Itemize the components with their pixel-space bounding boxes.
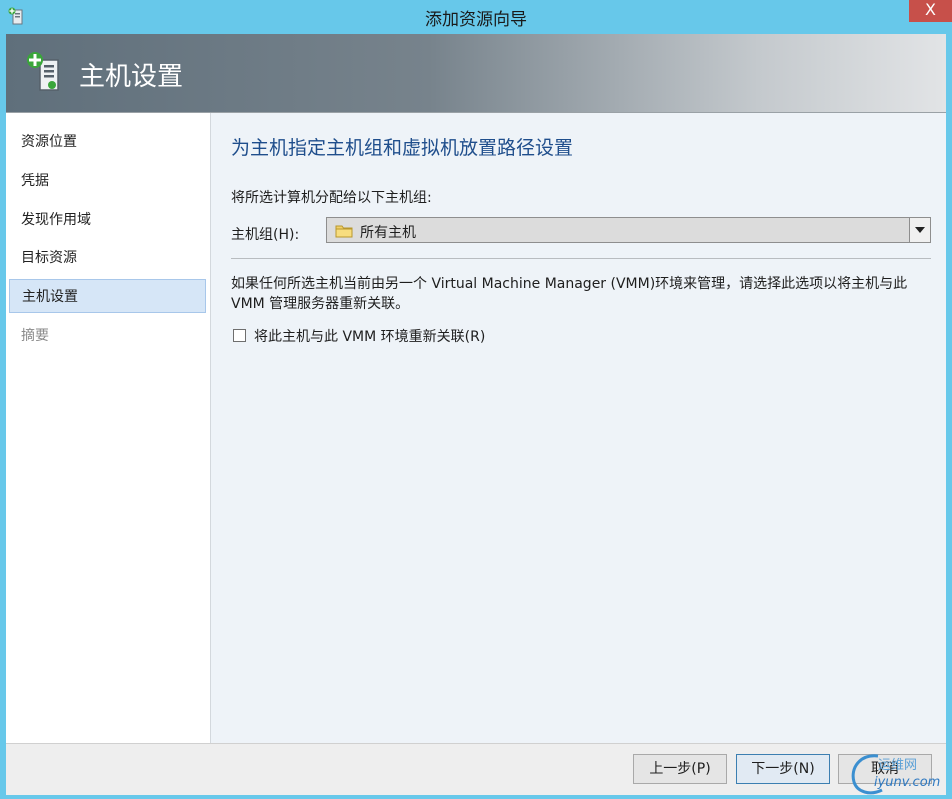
sidebar-item-host-settings[interactable]: 主机设置 — [9, 279, 206, 313]
next-button[interactable]: 下一步(N) — [736, 754, 830, 784]
watermark-text-top: 运维网 — [878, 758, 918, 773]
host-group-value: 所有主机 — [360, 225, 416, 241]
wizard-steps-sidebar: 资源位置 凭据 发现作用域 目标资源 主机设置 摘要 — [6, 113, 211, 743]
watermark: 运维网 iyunv.com — [848, 750, 944, 796]
host-group-label: 主机组(H): — [231, 227, 300, 243]
wizard-client: 主机设置 资源位置 凭据 发现作用域 目标资源 主机设置 摘要 为主机指定主机组… — [6, 34, 946, 795]
sidebar-item-resource-location[interactable]: 资源位置 — [9, 125, 206, 159]
window-title: 添加资源向导 — [425, 10, 527, 30]
sidebar-item-credentials[interactable]: 凭据 — [9, 164, 206, 198]
page-title: 主机设置 — [79, 62, 184, 92]
folder-icon — [335, 225, 353, 238]
assign-label: 将所选计算机分配给以下主机组: — [231, 190, 432, 206]
dropdown-button[interactable] — [909, 218, 930, 242]
reassociate-info-text: 如果任何所选主机当前由另一个 Virtual Machine Manager (… — [231, 276, 908, 312]
watermark-text-bottom: iyunv.com — [874, 775, 941, 790]
title-bar: 添加资源向导 X — [0, 0, 952, 33]
chevron-down-icon — [915, 227, 925, 233]
wizard-header: 主机设置 — [6, 34, 946, 113]
host-group-select[interactable]: 所有主机 — [326, 217, 931, 243]
main-content: 为主机指定主机组和虚拟机放置路径设置 将所选计算机分配给以下主机组: 主机组(H… — [211, 113, 946, 743]
reassociate-checkbox[interactable] — [233, 329, 246, 342]
close-button[interactable]: X — [909, 0, 952, 22]
sidebar-item-target-resources[interactable]: 目标资源 — [9, 241, 206, 275]
reassociate-checkbox-label[interactable]: 将此主机与此 VMM 环境重新关联(R) — [254, 326, 485, 346]
sidebar-item-summary: 摘要 — [21, 328, 49, 344]
window-frame: 添加资源向导 X 主机设置 资源位置 凭据 发现作用域 目标资源 主机设置 摘要 — [0, 0, 952, 799]
wizard-footer: 上一步(P) 下一步(N) 取消 — [6, 743, 946, 795]
section-heading: 为主机指定主机组和虚拟机放置路径设置 — [231, 137, 574, 159]
previous-button[interactable]: 上一步(P) — [633, 754, 727, 784]
server-add-icon — [27, 52, 59, 91]
sidebar-item-discovery-scope[interactable]: 发现作用域 — [9, 203, 206, 237]
divider — [231, 258, 931, 259]
